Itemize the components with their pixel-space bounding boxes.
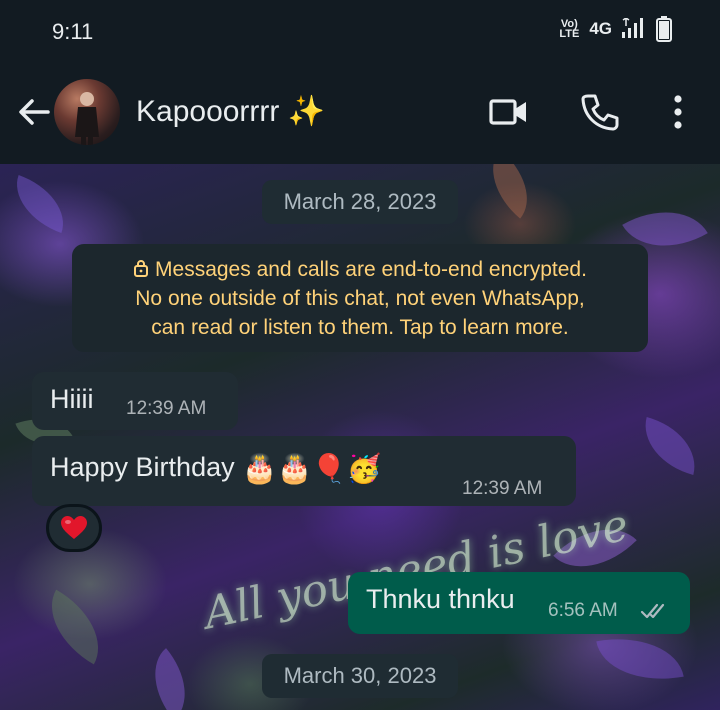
wallpaper-leaf (596, 627, 684, 691)
wallpaper-leaf (4, 174, 76, 234)
battery-icon (656, 16, 672, 42)
encryption-text-3: can read or listen to them. Tap to learn… (151, 316, 569, 339)
phone-icon[interactable] (580, 92, 620, 132)
volte-icon: Vo) LTE (559, 18, 580, 40)
message-time: 6:56 AM (548, 600, 618, 621)
back-arrow-icon[interactable] (14, 92, 54, 132)
status-icons: Vo) LTE 4G (559, 16, 672, 42)
incoming-message[interactable]: Hiiii 12:39 AM (32, 372, 238, 430)
encryption-notice[interactable]: Messages and calls are end-to-end encryp… (72, 244, 648, 352)
lock-icon (134, 260, 149, 277)
wallpaper-leaf (33, 589, 117, 665)
date-chip: March 30, 2023 (262, 654, 458, 698)
incoming-message[interactable]: Happy Birthday 🎂🎂🎈🥳 12:39 AM (32, 436, 576, 506)
avatar-image (75, 92, 99, 145)
message-text: Hiiii (50, 384, 94, 414)
message-time: 12:39 AM (126, 398, 207, 419)
wallpaper-leaf (135, 648, 205, 710)
more-options-icon[interactable] (666, 92, 690, 132)
encryption-text-2: No one outside of this chat, not even Wh… (135, 287, 585, 310)
status-time: 9:11 (52, 19, 94, 44)
message-time: 12:39 AM (462, 478, 543, 499)
date-chip-label: March 28, 2023 (283, 189, 437, 214)
message-text: Thnku thnku (366, 584, 515, 614)
date-chip-label: March 30, 2023 (283, 663, 437, 688)
emoji-sequence: 🎂🎂🎈🥳 (242, 453, 382, 485)
encryption-text-1: Messages and calls are end-to-end encryp… (155, 258, 587, 281)
encryption-notice-line: Messages and calls are end-to-end encryp… (72, 255, 648, 284)
message-text-content: Happy Birthday (50, 452, 235, 482)
wallpaper-leaf (474, 164, 546, 219)
chat-area[interactable]: All you need is love March 28, 2023 Mess… (0, 164, 720, 710)
contact-avatar[interactable] (54, 79, 120, 145)
signal-icon (622, 18, 643, 38)
outgoing-message[interactable]: Thnku thnku 6:56 AM (348, 572, 690, 634)
message-text: Happy Birthday 🎂🎂🎈🥳 (50, 452, 382, 485)
wallpaper-leaf (635, 416, 705, 476)
read-ticks-icon (640, 603, 665, 619)
status-bar: 9:11 Vo) LTE 4G (0, 0, 720, 62)
reaction-badge[interactable] (46, 504, 102, 552)
date-chip: March 28, 2023 (262, 180, 458, 224)
chat-header: Kapooorrrr ✨ (0, 62, 720, 164)
contact-name[interactable]: Kapooorrrr ✨ (136, 94, 325, 129)
heart-icon (61, 516, 87, 539)
network-type: 4G (589, 19, 612, 38)
video-call-icon[interactable] (488, 92, 530, 132)
